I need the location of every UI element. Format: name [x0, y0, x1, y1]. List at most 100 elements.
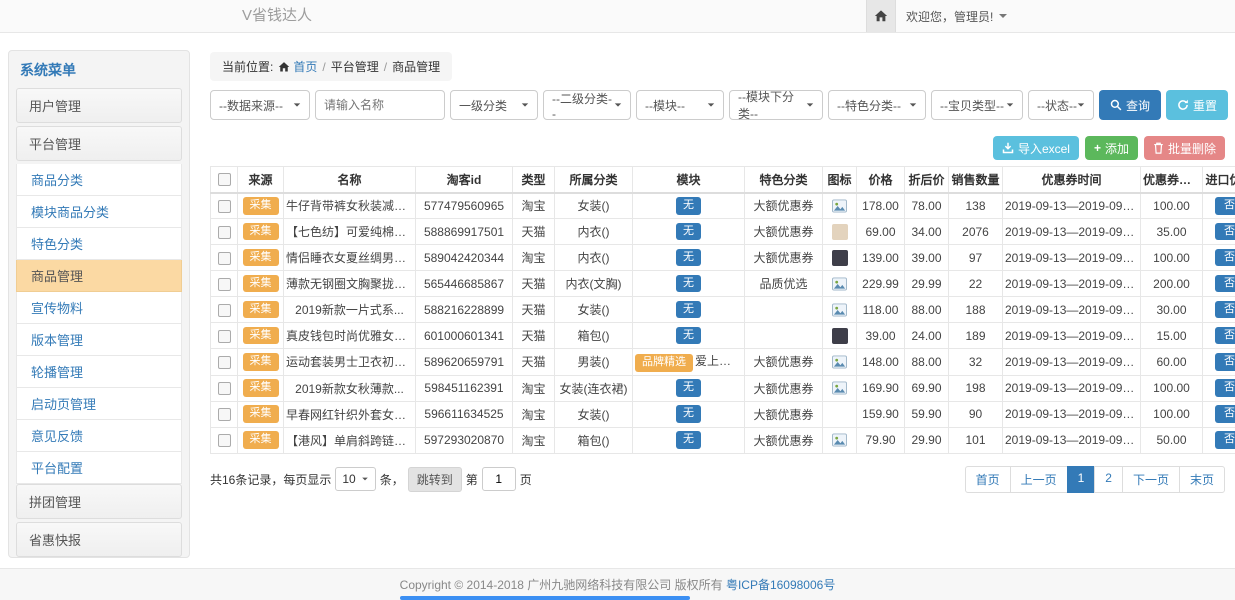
discount-price: 29.90 — [905, 427, 949, 453]
row-checkbox[interactable] — [218, 200, 231, 213]
user-menu[interactable]: 欢迎您，管理员! — [906, 0, 1007, 32]
product-image-icon — [832, 276, 848, 292]
breadcrumb: 当前位置: 首页 / 平台管理 / 商品管理 — [210, 52, 452, 81]
price: 169.90 — [857, 375, 905, 401]
row-checkbox[interactable] — [218, 408, 231, 421]
reset-button[interactable]: 重置 — [1166, 90, 1228, 120]
sidebar-sub-item[interactable]: 模块商品分类 — [16, 196, 182, 228]
select-all-header — [211, 167, 238, 193]
icp-link[interactable]: 粤ICP备16098006号 — [726, 576, 835, 593]
coupon-time: 2019-09-13—2019-09-15 — [1003, 349, 1141, 376]
page-button[interactable]: 上一页 — [1010, 466, 1068, 493]
product-image-icon — [832, 354, 848, 370]
breadcrumb-home-link[interactable]: 首页 — [278, 58, 317, 75]
coupon-time: 2019-09-13—2019-09-17 — [1003, 193, 1141, 219]
import-excel-button[interactable]: 导入excel — [993, 136, 1079, 160]
jump-button[interactable]: 跳转到 — [408, 467, 462, 492]
coupon-amount: 15.00 — [1141, 323, 1203, 349]
taoke-id: 598451162391 — [416, 375, 513, 401]
filter-select[interactable]: 一级分类 — [450, 90, 538, 120]
row-checkbox[interactable] — [218, 356, 231, 369]
row-checkbox[interactable] — [218, 382, 231, 395]
page-button[interactable]: 下一页 — [1122, 466, 1180, 493]
page-number-input[interactable] — [482, 467, 516, 491]
row-checkbox[interactable] — [218, 434, 231, 447]
row-checkbox[interactable] — [218, 278, 231, 291]
feature-category: 品质优选 — [745, 271, 823, 297]
row-checkbox[interactable] — [218, 226, 231, 239]
coupon-time: 2019-09-13—2019-09-20 — [1003, 245, 1141, 271]
coupon-amount: 35.00 — [1141, 219, 1203, 245]
coupon-amount: 100.00 — [1141, 245, 1203, 271]
per-page-select[interactable]: 10 — [335, 467, 375, 491]
refresh-icon — [1177, 99, 1189, 111]
filter-select[interactable]: --二级分类-- — [543, 90, 631, 120]
import-select-toggle[interactable]: 否 — [1215, 405, 1235, 423]
name-search-input[interactable] — [315, 90, 445, 120]
sidebar-group-item[interactable]: 省惠快报 — [16, 522, 182, 557]
sidebar-sub-item[interactable]: 商品管理 — [16, 260, 182, 292]
filter-select[interactable]: --特色分类-- — [828, 90, 926, 120]
horizontal-scrollbar-thumb[interactable] — [400, 596, 690, 600]
import-select-toggle[interactable]: 否 — [1215, 327, 1235, 345]
sidebar-sub-item[interactable]: 特色分类 — [16, 228, 182, 260]
search-button[interactable]: 查询 — [1099, 90, 1161, 120]
filter-select[interactable]: --模块-- — [636, 90, 724, 120]
import-select-toggle[interactable]: 否 — [1215, 275, 1235, 293]
coupon-time: 2019-09-13—2019-09-18 — [1003, 427, 1141, 453]
top-navbar: V省钱达人 欢迎您，管理员! — [0, 0, 1235, 33]
feature-category: 大额优惠券 — [745, 427, 823, 453]
add-button[interactable]: + 添加 — [1085, 136, 1138, 160]
product-name: 【港风】单肩斜跨链条... — [284, 427, 416, 453]
filter-select[interactable]: --状态-- — [1028, 90, 1094, 120]
welcome-text: 欢迎您，管理员! — [906, 8, 993, 25]
page-button[interactable]: 1 — [1067, 466, 1096, 493]
column-header: 折后价 — [905, 167, 949, 193]
taoke-id: 597293020870 — [416, 427, 513, 453]
filter-select[interactable]: --模块下分类-- — [729, 90, 823, 120]
column-header: 优惠券金额 — [1141, 167, 1203, 193]
import-select-toggle[interactable]: 否 — [1215, 301, 1235, 319]
batch-delete-button[interactable]: 批量删除 — [1144, 136, 1225, 160]
module-badge: 无 — [676, 223, 701, 241]
import-select-toggle[interactable]: 否 — [1215, 197, 1235, 215]
row-checkbox[interactable] — [218, 330, 231, 343]
sidebar-group-item[interactable]: 用户管理 — [16, 88, 182, 123]
sidebar-sub-item[interactable]: 意见反馈 — [16, 420, 182, 452]
source-badge: 采集 — [243, 301, 279, 319]
admin-page: V省钱达人 欢迎您，管理员! 系统菜单 用户管理平台管理商品分类模块商品分类特色… — [0, 0, 1235, 600]
filter-select[interactable]: --宝贝类型-- — [931, 90, 1023, 120]
page-button[interactable]: 2 — [1094, 466, 1123, 493]
sidebar-sub-item[interactable]: 轮播管理 — [16, 356, 182, 388]
import-select-toggle[interactable]: 否 — [1215, 431, 1235, 449]
sidebar-group-item[interactable]: 拼团管理 — [16, 484, 182, 519]
data-source-select[interactable]: --数据来源-- — [210, 90, 310, 120]
sidebar-group-item[interactable]: 平台管理 — [16, 126, 182, 161]
import-select-toggle[interactable]: 否 — [1215, 379, 1235, 397]
row-checkbox[interactable] — [218, 252, 231, 265]
import-select-toggle[interactable]: 否 — [1215, 223, 1235, 241]
pagination-bar: 共16条记录，每页显示 10 条， 跳转到 第 页 首页上一页12下一页末页 — [210, 466, 1225, 493]
sidebar-sub-item[interactable]: 宣传物料 — [16, 292, 182, 324]
sidebar-sub-item[interactable]: 启动页管理 — [16, 388, 182, 420]
product-category: 内衣() — [555, 219, 633, 245]
taoke-id: 601000601341 — [416, 323, 513, 349]
coupon-amount: 50.00 — [1141, 427, 1203, 453]
sales-count: 32 — [949, 349, 1003, 376]
main-content: 当前位置: 首页 / 平台管理 / 商品管理 --数据来源-- 一级分类 --二… — [210, 52, 1225, 493]
import-icon — [1002, 142, 1014, 154]
feature-category: 大额优惠券 — [745, 401, 823, 427]
sidebar-sub-item[interactable]: 平台配置 — [16, 452, 182, 484]
chevron-down-icon — [910, 103, 916, 106]
select-all-checkbox[interactable] — [218, 173, 231, 186]
page-button[interactable]: 末页 — [1179, 466, 1225, 493]
sidebar-sub-item[interactable]: 商品分类 — [16, 164, 182, 196]
sidebar-sub-item[interactable]: 版本管理 — [16, 324, 182, 356]
import-select-toggle[interactable]: 否 — [1215, 353, 1235, 371]
chevron-down-icon — [807, 103, 813, 106]
home-button[interactable] — [866, 0, 896, 32]
sidebar: 系统菜单 用户管理平台管理商品分类模块商品分类特色分类商品管理宣传物料版本管理轮… — [8, 50, 190, 558]
row-checkbox[interactable] — [218, 304, 231, 317]
import-select-toggle[interactable]: 否 — [1215, 249, 1235, 267]
page-button[interactable]: 首页 — [965, 466, 1011, 493]
